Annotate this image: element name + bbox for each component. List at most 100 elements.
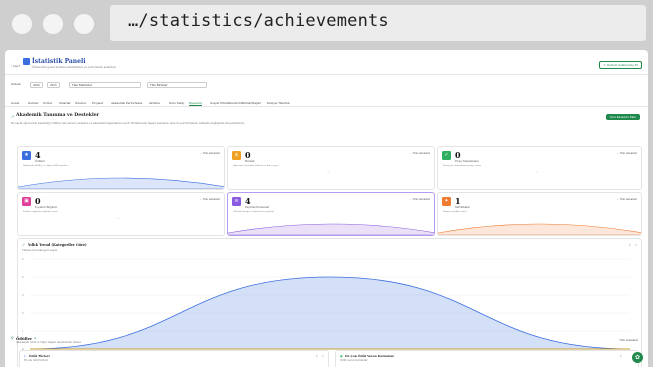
tab-7[interactable]: Aktivite [149, 101, 160, 105]
award-types-desc: En sık ödül türleri [24, 359, 48, 362]
stat-value: 1 [455, 196, 461, 206]
trend-title: Yıllık Trend (Kategoriler Göre) [28, 243, 87, 247]
stat-value: 0 [455, 150, 461, 160]
time-range-select[interactable]: ⌄ Tüm zamanlar [200, 198, 220, 201]
sync-button[interactable]: ⟳ Verileri Senkronize Et [599, 61, 642, 69]
time-range-select[interactable]: ⌄ Tüm zamanlar [617, 152, 637, 155]
browser-chrome: …/statistics/achievements [0, 0, 653, 48]
tab-1[interactable]: Dersler [28, 101, 39, 105]
sparkline-area [228, 223, 434, 235]
section-title: Akademik Tanınma ve Destekler [16, 113, 100, 118]
check-icon: ✓ [442, 151, 451, 160]
window-close-dot[interactable] [12, 14, 32, 34]
trend-chart-icon: ↗ [22, 243, 26, 247]
tab-5[interactable]: Projeler [92, 101, 103, 105]
stat-label: Toplantı Bilgileri [35, 206, 57, 209]
stat-card-4[interactable]: ≡ 4 Yayınlar/Sunumlar Hakemli dergi ve k… [227, 192, 435, 236]
stat-card-5[interactable]: ✦ 1 Sertifikalar Alınan sertifika sayısı… [437, 192, 642, 236]
award-types-card: ▷ Ödül Türleri En sık ödül türleri ⇩ ⤢ [19, 350, 329, 367]
stat-value: 4 [35, 150, 41, 160]
trend-description: Yıllara göre kategori sayısı [22, 249, 58, 252]
download-icon[interactable]: ⇩ [619, 354, 622, 358]
stat-desc: Katılım sağlanan toplantı sayısı [23, 210, 58, 213]
empty-indicator: — [535, 170, 539, 175]
stat-label: Ödüller [35, 160, 45, 163]
stat-card-3[interactable]: ▣ 0 Toplantı Bilgileri Katılım sağlanan … [17, 192, 225, 236]
tab-12[interactable]: Kariyer Hazırlık [267, 101, 290, 105]
book-icon: ≡ [232, 197, 241, 206]
stat-value: 4 [245, 196, 251, 206]
time-range-select[interactable]: ⌄ Tüm zamanlar [410, 152, 430, 155]
tab-divider [5, 106, 648, 107]
list-icon: ▷ [24, 354, 27, 358]
stat-label: Sertifikalar [455, 206, 470, 209]
sparkline [438, 223, 641, 235]
certificate-icon: ✦ [442, 197, 451, 206]
download-icon[interactable]: ⇩ [628, 243, 631, 247]
help-chat-button[interactable]: ✿ [632, 352, 643, 363]
y-tick-label: 4 [22, 275, 24, 279]
trend-icon: ↗ [11, 114, 15, 119]
time-range-select[interactable]: ⌄ Tüm zamanlar [617, 198, 637, 201]
year-start-select[interactable]: 2024 [30, 82, 43, 88]
top-institutions-title: En Çok Ödül Veren Kurumlar [345, 354, 395, 358]
sparkline [228, 223, 434, 235]
tab-6[interactable]: Akademik Performans [111, 101, 142, 105]
download-icon[interactable]: ⇩ [315, 354, 318, 358]
expand-icon[interactable]: ⤢ [321, 354, 324, 358]
time-range-select[interactable]: ⌄ Tüm zamanlar [410, 198, 430, 201]
award-icon: ♀ [11, 336, 14, 340]
stat-label: Yayınlar/Sunumlar [245, 206, 270, 209]
stat-label: Proje Tamamlama [455, 160, 479, 163]
calendar-icon: ▣ [22, 197, 31, 206]
tab-8[interactable]: Ders Takip [169, 101, 184, 105]
add-achievement-button[interactable]: Yeni Kazanım Ekle [605, 114, 640, 120]
stat-desc: Başarıyla tamamlanan proje sayısı [443, 164, 482, 167]
empty-indicator: — [326, 170, 330, 175]
window-maximize-dot[interactable] [74, 14, 94, 34]
expand-icon[interactable]: ⤢ [634, 243, 637, 247]
y-tick-label: 3 [22, 293, 24, 297]
header-divider [5, 74, 648, 75]
sync-label: Verileri Senkronize Et [606, 63, 638, 67]
time-range-select[interactable]: ⌄ Tüm zamanlar [200, 152, 220, 155]
stat-card-1[interactable]: $ 0 Burslar Öğrenim ücretinde indirim ve… [227, 146, 435, 190]
chart-icon [23, 58, 30, 65]
trophy-icon: ★ [22, 151, 31, 160]
page-subtitle: Öğrencinin genel ilerleme istatistikleri… [32, 66, 116, 69]
y-tick-label: 2 [22, 311, 24, 315]
y-tick-label: 5 [22, 257, 24, 261]
filter-label: Dönem: [11, 83, 22, 86]
address-bar[interactable]: …/statistics/achievements [110, 5, 646, 41]
sparkline-area [18, 177, 224, 189]
stat-label: Burslar [245, 160, 255, 163]
building-icon: ▣ [340, 354, 343, 358]
stat-value: 0 [35, 196, 41, 206]
window-minimize-dot[interactable] [43, 14, 63, 34]
sparkline-area [438, 223, 641, 235]
trend-card: ↗ Yıllık Trend (Kategoriler Göre) Yıllar… [17, 238, 642, 367]
back-link[interactable]: ‹ Geri [11, 64, 20, 68]
awards-time-select[interactable]: Tüm zamanlar [619, 339, 638, 342]
tab-2[interactable]: Notlar [43, 101, 52, 105]
top-institutions-card: ▣ En Çok Ödül Veren Kurumlar Ödül veren … [335, 350, 639, 367]
coin-icon: $ [232, 151, 241, 160]
year-end-select[interactable]: 2025 [47, 82, 60, 88]
section-description: Bu sayfa öğrencinin kazandığı ödüller, i… [11, 122, 245, 125]
stat-card-0[interactable]: ★ 4 Ödüller Akademik ödüller ve diğer öd… [17, 146, 225, 190]
url-text: …/statistics/achievements [128, 11, 389, 31]
award-types-title: Ödül Türleri [29, 354, 50, 358]
faculty-select[interactable]: Tüm Fakülteler [69, 82, 141, 88]
page-title: İstatistik Paneli [32, 58, 86, 65]
tab-10[interactable]: Sosyal Etkinlikler [210, 101, 235, 105]
sparkline [18, 177, 224, 189]
unit-select[interactable]: Tüm Birimler [147, 82, 207, 88]
stat-card-2[interactable]: ✓ 0 Proje Tamamlama Başarıyla tamamlanan… [437, 146, 642, 190]
empty-indicator: — [116, 216, 120, 221]
stat-value: 0 [245, 150, 251, 160]
page-content: ‹ Geri İstatistik Paneli Öğrencinin gene… [5, 50, 648, 367]
tab-0[interactable]: Genel [11, 101, 19, 105]
tab-11[interactable]: Gönüllülük/Stajlar [235, 101, 261, 105]
tab-3[interactable]: Sınavlar [59, 101, 71, 105]
tab-4[interactable]: Ödevler [75, 101, 86, 105]
